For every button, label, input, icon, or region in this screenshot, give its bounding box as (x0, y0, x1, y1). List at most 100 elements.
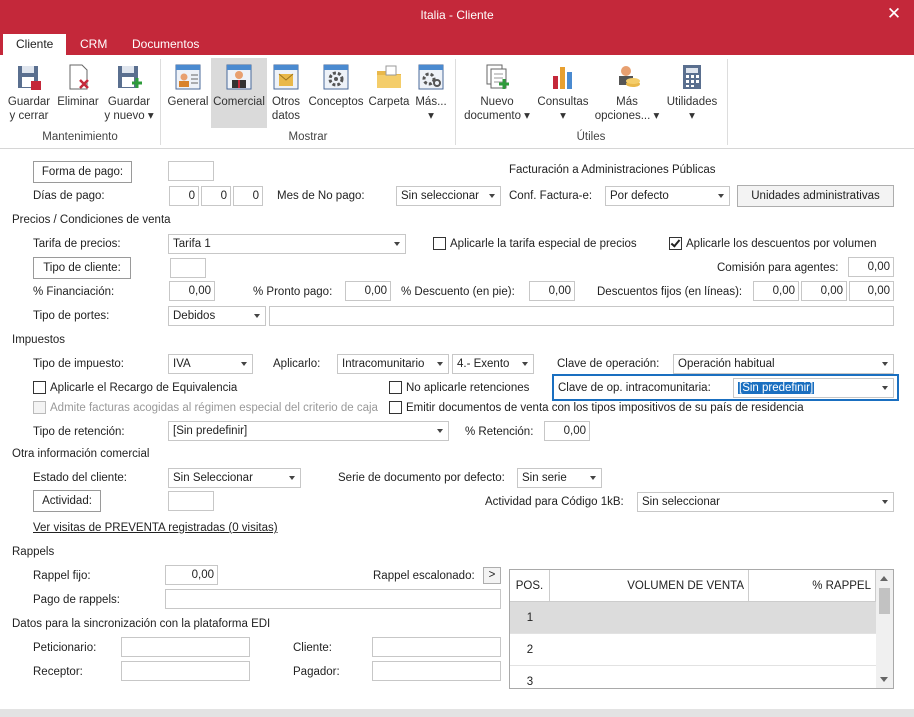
grid-row[interactable]: 1 (510, 602, 876, 634)
unidades-administrativas-button[interactable]: Unidades administrativas (737, 185, 894, 207)
tarifa-select[interactable]: Tarifa 1 (168, 234, 406, 254)
clave-intra-select[interactable]: [Sin predefinir] (733, 378, 894, 398)
scroll-down-icon[interactable] (880, 677, 888, 682)
actividad-codigo-select[interactable]: Sin seleccionar (637, 492, 894, 512)
tipo-impuesto-select[interactable]: IVA (168, 354, 253, 374)
conceptos-button[interactable]: Conceptos (306, 58, 366, 128)
descuento-fijo-1-input[interactable]: 0,00 (753, 281, 799, 301)
rappel-escalonado-button[interactable]: > (483, 567, 501, 584)
estado-cliente-select[interactable]: Sin Seleccionar (168, 468, 301, 488)
eliminar-button[interactable]: Eliminar (55, 58, 101, 128)
actividad-button[interactable]: Actividad: (33, 490, 101, 512)
close-icon[interactable]: ✕ (880, 3, 908, 25)
grid-row[interactable]: 2 (510, 634, 876, 666)
mas-label1: Más... (415, 96, 447, 108)
grid-header-pos[interactable]: POS. (510, 570, 550, 602)
scroll-thumb[interactable] (879, 588, 890, 614)
grid-row[interactable]: 3 (510, 666, 876, 688)
mas-opciones-label2: opciones... ▾ (594, 110, 660, 122)
dias-pago-3-input[interactable]: 0 (233, 186, 263, 206)
pronto-pago-input[interactable]: 0,00 (345, 281, 391, 301)
save-new-icon (114, 62, 144, 92)
financiacion-input[interactable]: 0,00 (169, 281, 215, 301)
forma-pago-input[interactable] (168, 161, 214, 181)
comercial-button[interactable]: Comercial (211, 58, 267, 128)
no-retenciones-checkbox[interactable]: No aplicarle retenciones (389, 381, 529, 395)
descuento-fijo-3-input[interactable]: 0,00 (849, 281, 894, 301)
general-button[interactable]: General (166, 58, 210, 128)
clave-operacion-select[interactable]: Operación habitual (673, 354, 894, 374)
actividad-input[interactable] (168, 491, 214, 511)
recargo-equivalencia-checkbox[interactable]: Aplicarle el Recargo de Equivalencia (33, 381, 237, 395)
mas-button[interactable]: Más... ▾ (413, 58, 449, 128)
mas-opciones-button[interactable]: Más opciones... ▾ (594, 58, 660, 128)
carpeta-label: Carpeta (368, 96, 410, 108)
ver-visitas-link[interactable]: Ver visitas de PREVENTA registradas (0 v… (33, 522, 278, 534)
rappel-grid[interactable]: POS. VOLUMEN DE VENTA % RAPPEL 1 2 3 (509, 569, 894, 689)
pago-rappels-input[interactable] (165, 589, 501, 609)
tipo-retencion-label: Tipo de retención: (33, 426, 125, 438)
carpeta-button[interactable]: Carpeta (367, 58, 411, 128)
tarifa-especial-label: Aplicarle la tarifa especial de precios (450, 238, 637, 250)
utilidades-label1: Utilidades (666, 96, 718, 108)
descuento-fijo-2-input[interactable]: 0,00 (801, 281, 847, 301)
guardar-nuevo-button[interactable]: Guardar y nuevo ▾ (104, 58, 154, 128)
grid-cell-pos: 3 (526, 676, 534, 688)
grid-scrollbar[interactable] (876, 570, 893, 688)
descuento-pie-input[interactable]: 0,00 (529, 281, 575, 301)
aplicarlo-label: Aplicarlo: (273, 358, 321, 370)
tipo-portes-detail-input[interactable] (269, 306, 894, 326)
consultas-button[interactable]: Consultas ▾ (535, 58, 591, 128)
admite-facturas-checkbox[interactable]: Admite facturas acogidas al régimen espe… (33, 401, 378, 415)
ribbon-separator (727, 59, 728, 145)
cliente-edi-input[interactable] (372, 637, 501, 657)
pagador-input[interactable] (372, 661, 501, 681)
nuevo-doc-label1: Nuevo (480, 96, 514, 108)
guardar-cerrar-button[interactable]: Guardar y cerrar (5, 58, 53, 128)
nuevo-documento-button[interactable]: Nuevo documento ▾ (461, 58, 533, 128)
receptor-input[interactable] (121, 661, 250, 681)
mes-no-pago-select[interactable]: Sin seleccionar (396, 186, 501, 206)
grid-header-volumen[interactable]: VOLUMEN DE VENTA (550, 570, 749, 602)
grid-header-rappel[interactable]: % RAPPEL (749, 570, 876, 602)
otros-datos-button[interactable]: Otros datos (268, 58, 304, 128)
bar-chart-icon (548, 62, 578, 92)
descuentos-volumen-checkbox[interactable]: Aplicarle los descuentos por volumen (669, 237, 877, 251)
peticionario-input[interactable] (121, 637, 250, 657)
tab-cliente[interactable]: Cliente (3, 34, 67, 55)
actividad-codigo-label: Actividad para Código 1kB: (485, 496, 624, 508)
tab-crm[interactable]: CRM (67, 34, 120, 55)
dias-pago-1-input[interactable]: 0 (169, 186, 199, 206)
tipo-cliente-button[interactable]: Tipo de cliente: (33, 257, 131, 279)
emitir-documentos-checkbox[interactable]: Emitir documentos de venta con los tipos… (389, 401, 804, 415)
scroll-up-icon[interactable] (880, 576, 888, 581)
comision-input[interactable]: 0,00 (848, 257, 894, 277)
recargo-label: Aplicarle el Recargo de Equivalencia (50, 382, 238, 394)
tipo-cliente-input[interactable] (170, 258, 206, 278)
descuentos-fijos-label: Descuentos fijos (en líneas): (597, 286, 743, 298)
exento-select[interactable]: 4.- Exento (452, 354, 534, 374)
coins-person-icon (612, 62, 642, 92)
utilidades-button[interactable]: Utilidades ▾ (663, 58, 721, 128)
rappel-fijo-input[interactable]: 0,00 (165, 565, 218, 585)
conceptos-gear-icon (321, 62, 351, 92)
tipo-retencion-select[interactable]: [Sin predefinir] (168, 421, 449, 441)
ribbon-separator (160, 59, 161, 145)
delete-document-icon (63, 62, 93, 92)
consultas-label2: ▾ (560, 110, 566, 122)
serie-documento-select[interactable]: Sin serie (517, 468, 602, 488)
aplicarlo-select[interactable]: Intracomunitario (337, 354, 449, 374)
forma-pago-button[interactable]: Forma de pago: (33, 161, 132, 183)
tipo-impuesto-label: Tipo de impuesto: (33, 358, 124, 370)
descuentos-volumen-label: Aplicarle los descuentos por volumen (686, 238, 877, 250)
tarifa-especial-checkbox[interactable]: Aplicarle la tarifa especial de precios (433, 237, 637, 251)
mes-no-pago-label: Mes de No pago: (277, 190, 365, 202)
retencion-input[interactable]: 0,00 (544, 421, 590, 441)
conf-factura-select[interactable]: Por defecto (605, 186, 730, 206)
general-label: General (167, 96, 209, 108)
tipo-portes-select[interactable]: Debidos (168, 306, 266, 326)
admite-facturas-label: Admite facturas acogidas al régimen espe… (50, 402, 378, 414)
dias-pago-2-input[interactable]: 0 (201, 186, 231, 206)
tarifa-label: Tarifa de precios: (33, 238, 121, 250)
tab-documentos[interactable]: Documentos (119, 34, 212, 55)
